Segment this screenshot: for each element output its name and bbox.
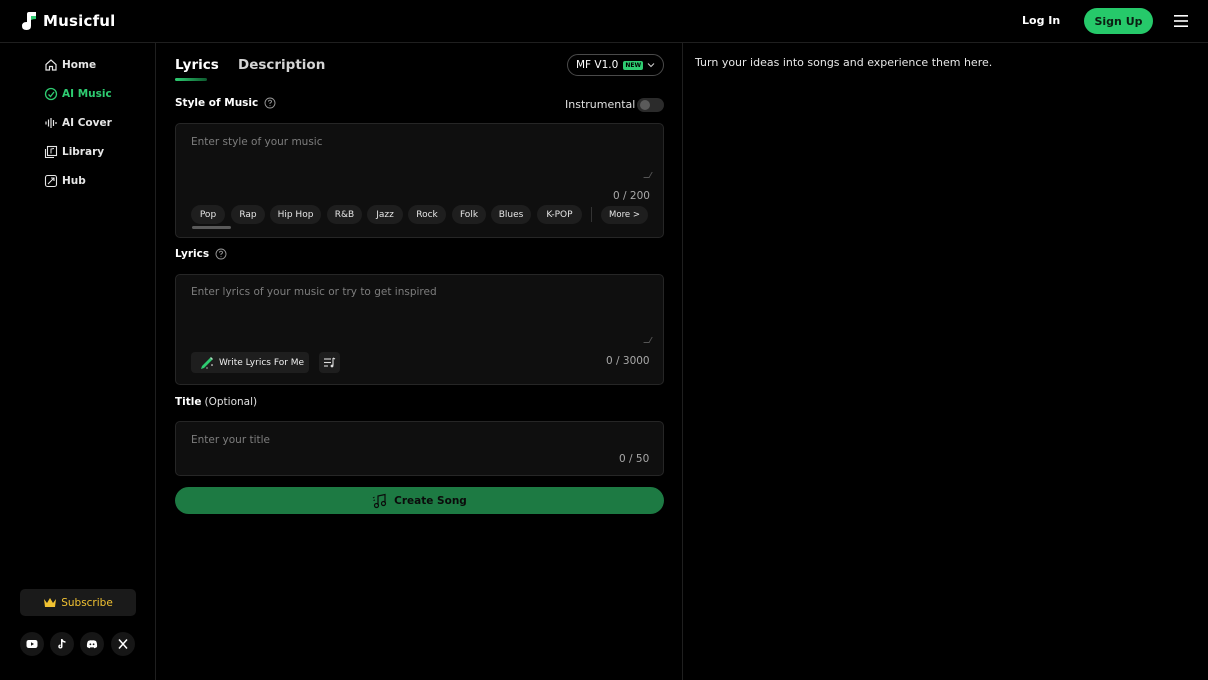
login-button[interactable]: Log In [1012, 12, 1070, 29]
title-char-counter: 0 / 50 [619, 453, 650, 465]
subscribe-label: Subscribe [61, 596, 113, 609]
genre-chip-rnb[interactable]: R&B [327, 205, 362, 224]
model-selector[interactable]: MF V1.0 NEW [567, 54, 664, 76]
sidebar-item-label: Home [62, 59, 97, 71]
toggle-knob [640, 100, 650, 110]
style-input-box: Enter style of your music 0 / 200 Pop Ra… [175, 123, 664, 238]
sidebar-item-label: AI Cover [62, 117, 112, 129]
genre-chip-kpop[interactable]: K-POP [537, 205, 582, 224]
new-badge: NEW [623, 60, 644, 70]
brand-logo[interactable]: Musicful [20, 11, 116, 31]
lyrics-input[interactable]: Enter lyrics of your music or try to get… [191, 286, 437, 298]
style-label: Style of Music [175, 97, 259, 109]
genre-chip-jazz[interactable]: Jazz [367, 205, 403, 224]
tiktok-link[interactable] [50, 632, 74, 656]
title-input[interactable]: Enter your title [191, 434, 270, 446]
sidebar-item-label: Library [62, 146, 105, 158]
subscribe-button[interactable]: Subscribe [20, 589, 136, 616]
genre-chip-folk[interactable]: Folk [452, 205, 486, 224]
resize-handle[interactable] [643, 172, 653, 178]
waveform-icon [45, 118, 57, 128]
sidebar-item-hub[interactable]: Hub [44, 174, 86, 188]
write-lyrics-button[interactable]: Write Lyrics For Me [191, 352, 309, 373]
resize-handle[interactable] [643, 337, 653, 343]
lyrics-input-box: Enter lyrics of your music or try to get… [175, 274, 664, 385]
help-icon[interactable] [215, 248, 227, 260]
youtube-link[interactable] [20, 632, 44, 656]
chevron-down-icon [647, 63, 655, 68]
active-tab-indicator [175, 78, 207, 81]
sidebar-item-label: Hub [62, 175, 86, 187]
help-icon[interactable] [264, 97, 276, 109]
x-icon [118, 639, 128, 649]
style-section-label: Style of Music [175, 97, 276, 109]
style-input[interactable]: Enter style of your music [191, 136, 323, 148]
title-section-label: Title (Optional) [175, 396, 257, 408]
x-twitter-link[interactable] [111, 632, 135, 656]
home-icon [45, 59, 57, 71]
youtube-icon [26, 640, 38, 648]
sidebar-item-ai-music[interactable]: AI Music [44, 87, 112, 101]
genre-chip-pop[interactable]: Pop [191, 205, 225, 224]
genre-chip-blues[interactable]: Blues [491, 205, 531, 224]
music-note-icon [372, 493, 387, 508]
model-label: MF V1.0 [576, 59, 619, 71]
create-song-label: Create Song [394, 494, 467, 507]
chips-scrollbar[interactable] [192, 226, 231, 229]
genre-chip-hip-hop[interactable]: Hip Hop [270, 205, 321, 224]
style-char-counter: 0 / 200 [613, 190, 650, 202]
lyrics-section-label: Lyrics [175, 248, 227, 260]
ai-pen-icon [201, 356, 213, 369]
lyrics-list-button[interactable] [319, 352, 340, 373]
create-song-button[interactable]: Create Song [175, 487, 664, 514]
playlist-icon [324, 357, 336, 368]
write-lyrics-label: Write Lyrics For Me [219, 357, 305, 368]
sidebar-item-library[interactable]: Library [44, 145, 104, 159]
discord-link[interactable] [80, 632, 104, 656]
hub-icon [44, 174, 58, 188]
sidebar-item-label: AI Music [62, 88, 112, 100]
optional-label: (Optional) [204, 396, 258, 408]
tab-lyrics[interactable]: Lyrics [175, 57, 219, 73]
tab-description[interactable]: Description [238, 57, 325, 73]
hamburger-menu-icon[interactable] [1172, 13, 1190, 29]
signup-button[interactable]: Sign Up [1084, 8, 1153, 34]
lyrics-char-counter: 0 / 3000 [606, 355, 650, 367]
tiktok-icon [58, 639, 66, 649]
musicful-logo-icon [22, 12, 36, 30]
divider [591, 207, 592, 222]
more-genres-button[interactable]: More > [601, 206, 648, 224]
create-panel: Lyrics Description MF V1.0 NEW Style of … [157, 43, 683, 680]
results-placeholder-text: Turn your ideas into songs and experienc… [695, 56, 993, 69]
crown-icon [44, 598, 57, 607]
library-icon [44, 145, 58, 159]
instrumental-label: Instrumental [565, 98, 636, 111]
lyrics-label: Lyrics [175, 248, 210, 260]
genre-chip-rock[interactable]: Rock [408, 205, 446, 224]
top-header: Musicful Log In Sign Up [0, 0, 1208, 43]
discord-icon [86, 640, 98, 649]
sidebar-item-home[interactable]: Home [44, 58, 96, 72]
instrumental-toggle[interactable] [637, 98, 664, 112]
ai-music-icon [44, 87, 58, 101]
brand-name: Musicful [43, 12, 116, 30]
title-input-box: Enter your title 0 / 50 [175, 421, 664, 476]
sidebar: Home AI Music AI Cover Library Hub Subsc… [0, 43, 156, 680]
sidebar-item-ai-cover[interactable]: AI Cover [44, 116, 112, 130]
title-label: Title [175, 396, 202, 408]
genre-chip-rap[interactable]: Rap [231, 205, 265, 224]
